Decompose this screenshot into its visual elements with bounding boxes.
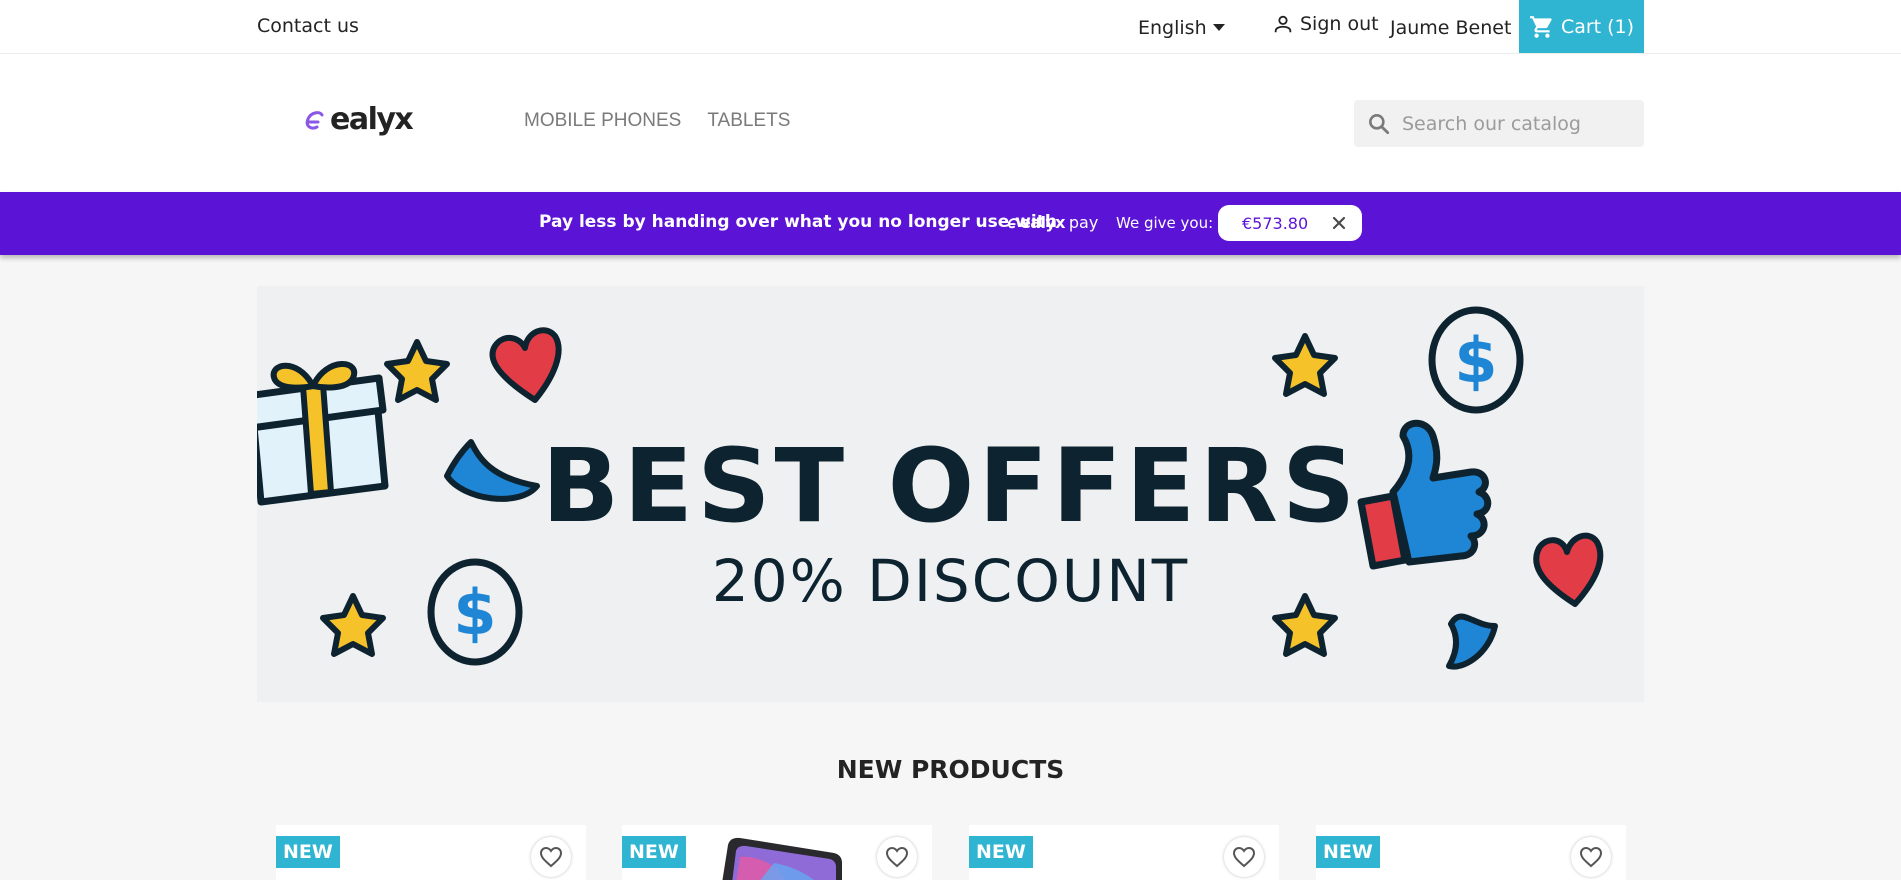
close-icon[interactable] [1330, 214, 1348, 232]
search-box [1354, 100, 1644, 147]
heart-outline-icon [885, 846, 909, 868]
promo-amount: €573.80 [1242, 213, 1309, 233]
heart-outline-icon [1579, 846, 1603, 868]
search-icon[interactable] [1366, 111, 1392, 137]
ealyx-logo-icon [305, 110, 324, 129]
new-badge: NEW [1316, 836, 1380, 868]
wishlist-button[interactable] [531, 837, 571, 877]
heart-outline-icon [539, 846, 563, 868]
site-logo[interactable]: ealyx [302, 102, 414, 137]
new-badge: NEW [969, 836, 1033, 868]
promo-brand-suffix: pay [1068, 213, 1099, 232]
ealyx-pay-logo-icon [1007, 217, 1018, 228]
cart-icon [1530, 15, 1552, 38]
account-link[interactable]: Jaume Benet [1390, 17, 1511, 39]
sign-out-label: Sign out [1300, 13, 1379, 35]
tablet-product-image [722, 837, 842, 880]
top-nav: Contact us English Sign out Jaume Benet … [0, 0, 1901, 54]
hero-banner[interactable]: $ $ BEST OFFERS 20% DISCOUNT [257, 286, 1644, 702]
product-card[interactable]: NEW [276, 825, 586, 880]
hero-title: BEST OFFERS [541, 427, 1360, 546]
cart-label: Cart (1) [1560, 15, 1635, 38]
hero-subtitle: 20% DISCOUNT [711, 547, 1190, 615]
wishlist-button[interactable] [1571, 837, 1611, 877]
product-card[interactable]: NEW [1316, 825, 1626, 880]
promo-text: Pay less by handing over what you no lon… [539, 212, 1057, 232]
menu-item-mobile-phones[interactable]: MOBILE PHONES [524, 110, 681, 132]
promo-bar: Pay less by handing over what you no lon… [0, 192, 1901, 255]
main-menu: MOBILE PHONES TABLETS [524, 110, 790, 132]
menu-item-tablets[interactable]: TABLETS [707, 110, 790, 132]
sign-out-link[interactable]: Sign out [1272, 13, 1379, 35]
wishlist-button[interactable] [1224, 837, 1264, 877]
promo-give-label: We give you: [1116, 214, 1214, 232]
search-input[interactable] [1402, 112, 1622, 135]
new-badge: NEW [622, 836, 686, 868]
svg-text:$: $ [1454, 324, 1497, 397]
product-card[interactable]: NEW [622, 825, 932, 880]
chevron-down-icon [1212, 23, 1225, 31]
new-products-title: NEW PRODUCTS [836, 755, 1065, 784]
language-selector[interactable]: English [1138, 17, 1225, 39]
promo-amount-pill[interactable]: €573.80 [1218, 205, 1362, 241]
contact-us-link[interactable]: Contact us [257, 15, 359, 37]
new-badge: NEW [276, 836, 340, 868]
language-label: English [1138, 17, 1207, 39]
logo-text: ealyx [330, 102, 414, 137]
site-header: ealyx MOBILE PHONES TABLETS [0, 54, 1901, 192]
promo-brand: ealyx [1020, 213, 1065, 232]
user-icon [1274, 15, 1292, 33]
product-card[interactable]: NEW [969, 825, 1279, 880]
wishlist-button[interactable] [877, 837, 917, 877]
heart-outline-icon [1232, 846, 1256, 868]
cart-button[interactable]: Cart (1) [1519, 0, 1644, 53]
promo-brand-logo: ealyx pay [1006, 213, 1098, 232]
